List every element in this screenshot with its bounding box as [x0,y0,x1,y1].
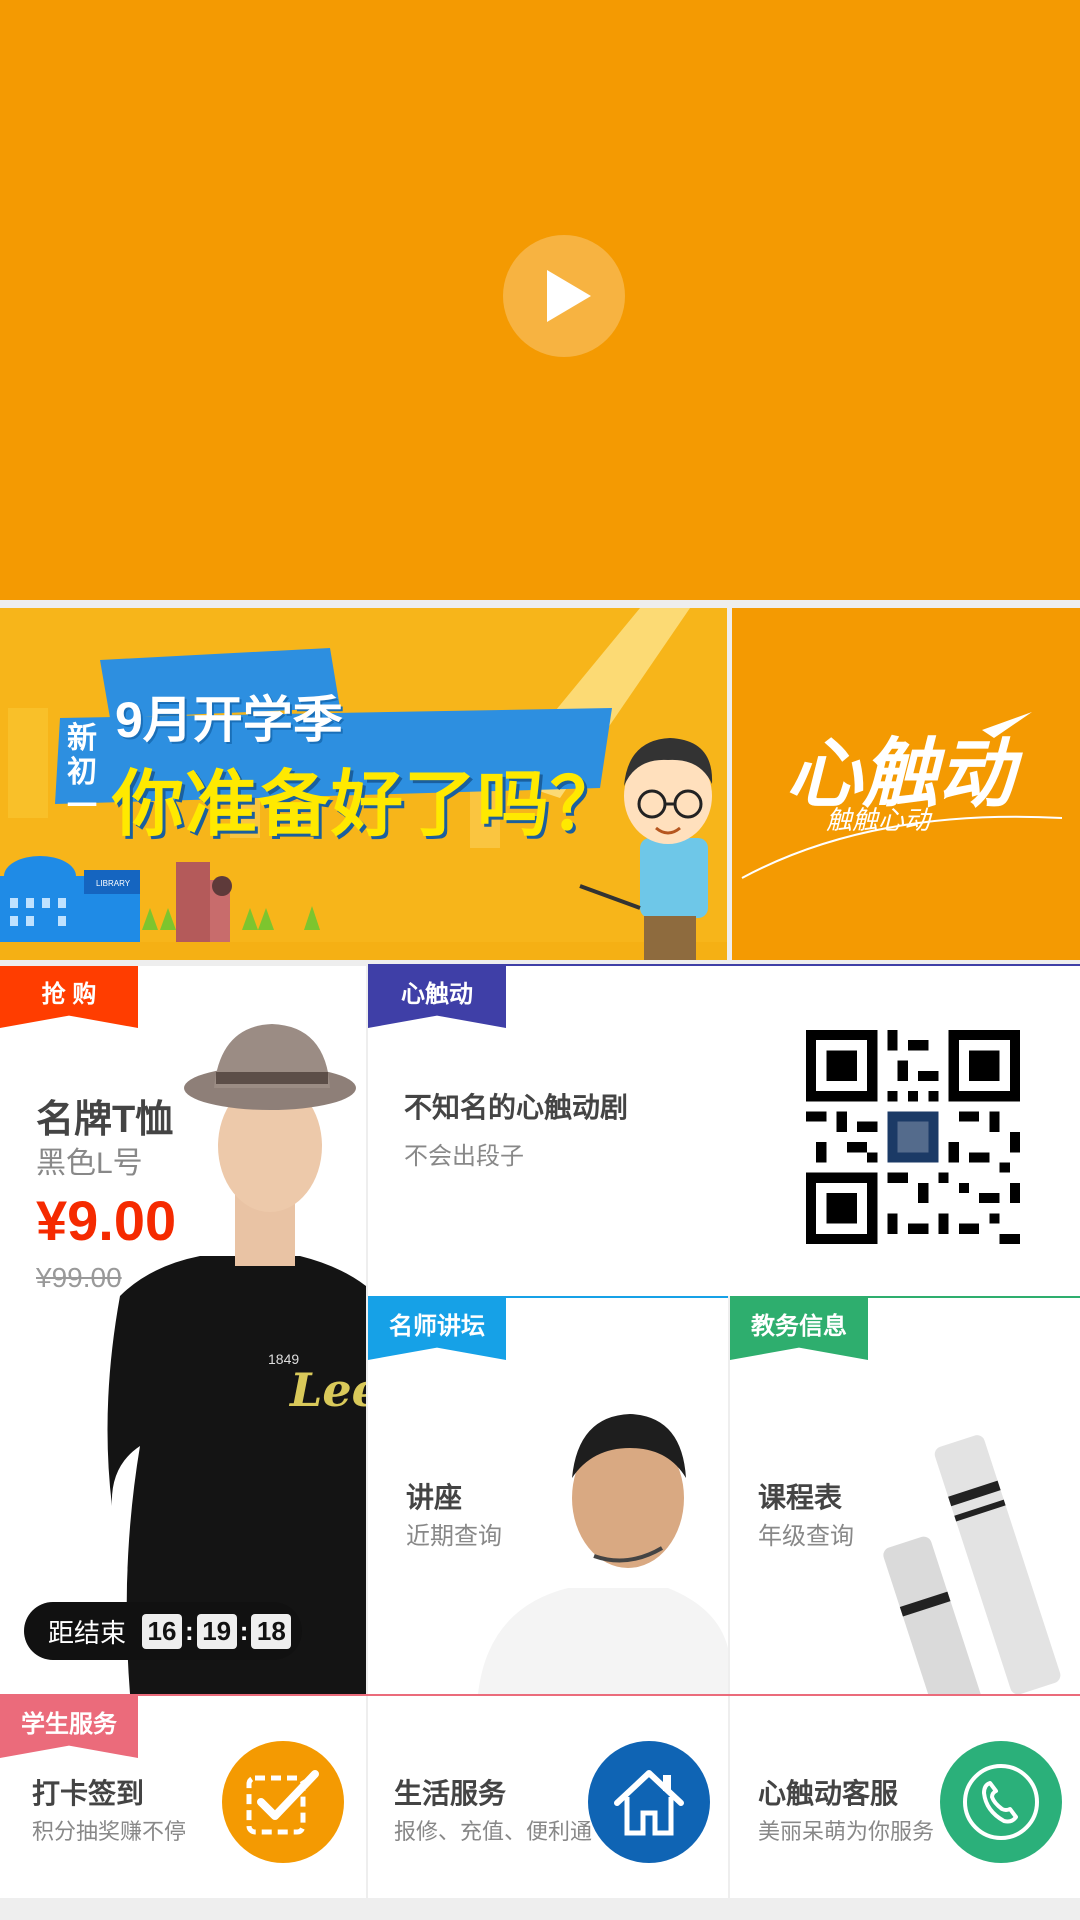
svg-text:Lee: Lee [288,1363,366,1417]
service-checkin[interactable]: 学生服务 打卡签到 积分抽奖赚不停 [0,1696,366,1898]
deal-price: ¥9.00 [36,1189,177,1252]
banner-tag: 新初一 [67,722,97,823]
brand-card-title: 不知名的心触动剧 [404,1092,629,1123]
checkin-button[interactable] [222,1741,344,1863]
banner-headline-big: 你准备好了吗？ [112,765,624,845]
deal-original-price: ¥99.00 [36,1262,122,1293]
divider [368,964,1080,966]
flash-deal-card[interactable]: 抢 购 Lee 1849 名牌T恤 黑色L号 ¥9.00 ¥99.00 距结束 … [0,966,366,1694]
divider [368,1296,728,1298]
services-ribbon: 学生服务 [0,1696,138,1758]
home-icon [614,1770,684,1836]
brand-ribbon: 心触动 [368,966,506,1028]
support-button[interactable] [940,1741,1062,1863]
service-subtitle: 报修、充值、便利通 [394,1819,593,1844]
play-icon [547,270,591,322]
lecturer-photo [478,1414,728,1694]
video-player[interactable] [0,0,1080,600]
divider [0,1694,1080,1696]
qr-code [806,1030,1020,1244]
deal-spec: 黑色L号 [36,1147,143,1180]
life-service-button[interactable] [588,1741,710,1863]
academic-info-card[interactable]: 教务信息 课程表 年级查询 [730,1298,1080,1694]
timer-hours: 16 [142,1613,183,1649]
lecture-card[interactable]: 名师讲坛 讲座 近期查询 [368,1298,728,1694]
brand-card-subtitle: 不会出段子 [404,1143,524,1170]
library-sign: LIBRARY [96,879,131,888]
deal-title: 名牌T恤 [36,1099,174,1141]
brand-slogan: 触触心动 [826,806,931,836]
service-title: 心触动客服 [758,1778,899,1809]
service-subtitle: 积分抽奖赚不停 [32,1819,187,1844]
pens-image [883,1435,1061,1694]
countdown-timer: 距结束 16 : 19 : 18 [24,1602,302,1660]
checkbox-icon [246,1770,319,1835]
timer-label: 距结束 [48,1617,127,1648]
service-title: 生活服务 [394,1778,507,1809]
service-subtitle: 美丽呆萌为你服务 [758,1819,935,1844]
service-customer-support[interactable]: 心触动客服 美丽呆萌为你服务 [730,1696,1080,1898]
brand-qr-card[interactable]: 心触动 不知名的心触动剧 不会出段子 [368,966,1080,1296]
phone-icon [963,1764,1039,1840]
divider [730,1296,1080,1298]
service-title: 打卡签到 [32,1778,145,1809]
timer-seconds: 18 [251,1613,292,1649]
play-button[interactable] [503,235,625,357]
timer-minutes: 19 [196,1613,237,1649]
svg-text:1849: 1849 [268,1351,299,1367]
tshirt-model-image: Lee 1849 [107,1024,366,1694]
banner-headline-small: 9月开学季 [115,692,343,748]
service-life[interactable]: 生活服务 报修、充值、便利通 [368,1696,728,1898]
